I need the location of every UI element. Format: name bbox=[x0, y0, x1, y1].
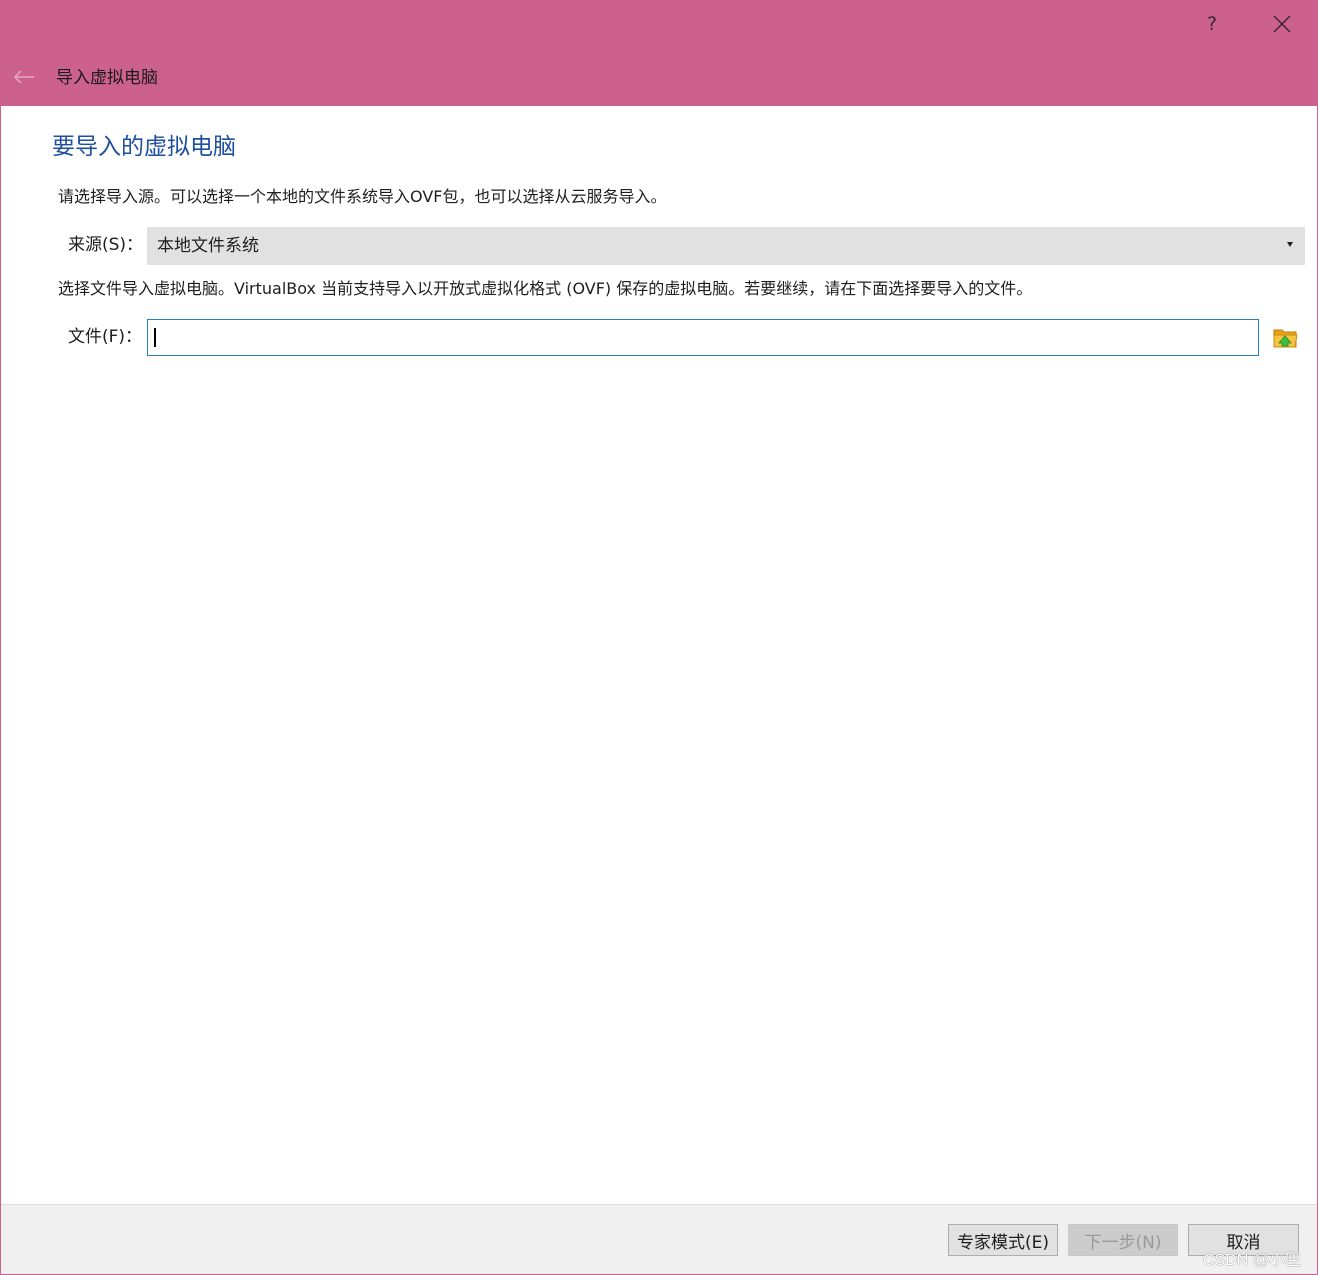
back-button[interactable] bbox=[11, 65, 37, 91]
button-bar: 专家模式(E) 下一步(N) 取消 CSDN @小匣 bbox=[1, 1204, 1317, 1274]
file-label: 文件(F)： bbox=[68, 327, 143, 347]
help-button[interactable]: ? bbox=[1177, 1, 1247, 47]
text-caret bbox=[154, 328, 156, 347]
import-appliance-window: ? 导入虚拟电脑 要导入的虚拟电脑 请选择导入源。可以选择一个本地的文件系统导入… bbox=[0, 0, 1318, 1275]
page-title: 要导入的虚拟电脑 bbox=[52, 134, 236, 160]
source-description: 请选择导入源。可以选择一个本地的文件系统导入OVF包，也可以选择从云服务导入。 bbox=[58, 187, 667, 206]
watermark: CSDN @小匣 bbox=[1202, 1252, 1301, 1269]
source-select[interactable]: 本地文件系统 bbox=[147, 227, 1305, 265]
wizard-page: 要导入的虚拟电脑 请选择导入源。可以选择一个本地的文件系统导入OVF包，也可以选… bbox=[1, 106, 1317, 1204]
window-controls: ? bbox=[1177, 1, 1317, 47]
back-arrow-icon bbox=[13, 69, 35, 88]
file-description: 选择文件导入虚拟电脑。VirtualBox 当前支持导入以开放式虚拟化格式 (O… bbox=[58, 279, 1033, 298]
file-path-input[interactable] bbox=[147, 319, 1259, 356]
expert-mode-button[interactable]: 专家模式(E) bbox=[948, 1224, 1058, 1256]
next-button[interactable]: 下一步(N) bbox=[1068, 1224, 1178, 1256]
title-bar: ? 导入虚拟电脑 bbox=[1, 1, 1317, 106]
folder-open-icon bbox=[1272, 329, 1299, 354]
dropdown-arrow-icon bbox=[1287, 242, 1293, 247]
source-select-value: 本地文件系统 bbox=[157, 236, 259, 256]
window-title: 导入虚拟电脑 bbox=[56, 68, 158, 88]
source-label: 来源(S)： bbox=[68, 235, 144, 255]
help-icon: ? bbox=[1206, 13, 1218, 35]
browse-file-button[interactable] bbox=[1272, 325, 1299, 350]
close-icon bbox=[1273, 15, 1291, 33]
close-button[interactable] bbox=[1247, 1, 1317, 47]
